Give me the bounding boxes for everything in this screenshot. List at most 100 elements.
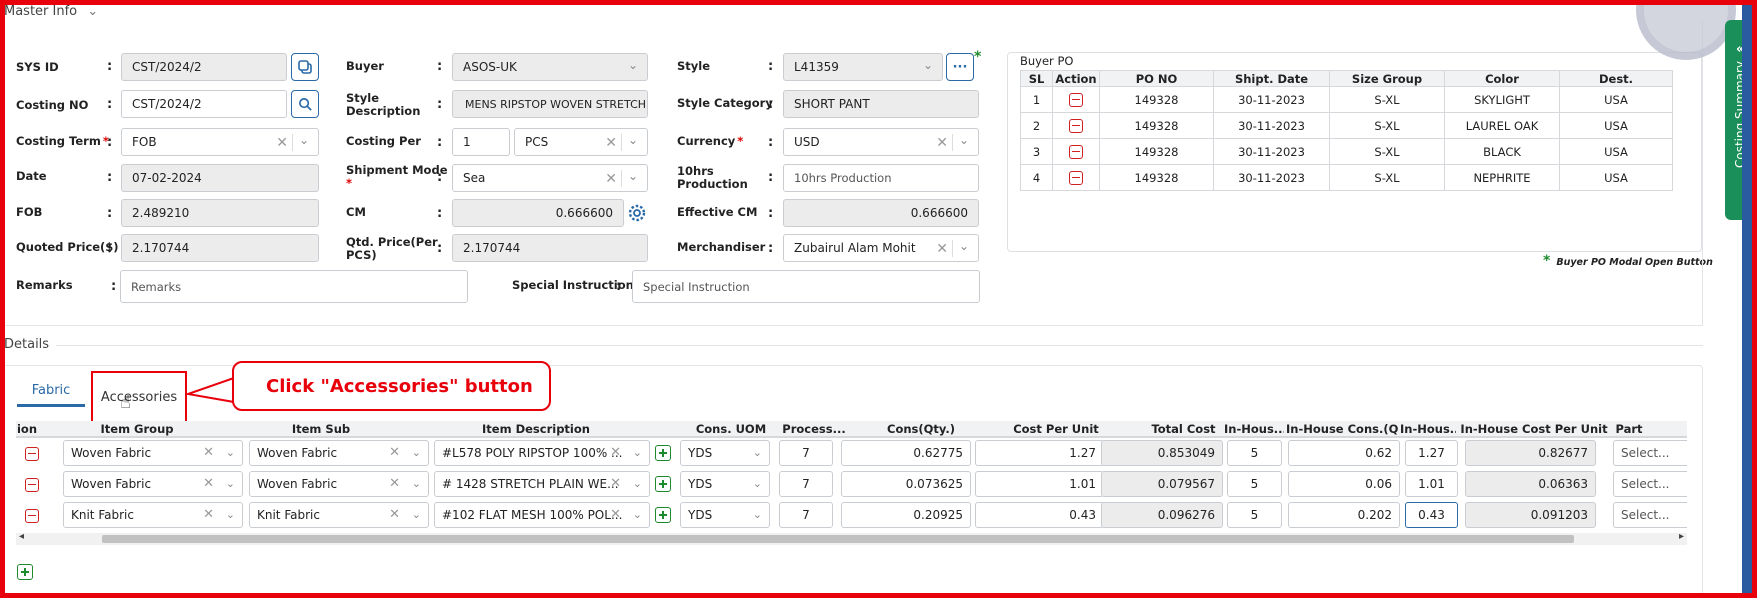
remove-row-button[interactable]	[1052, 112, 1100, 139]
clear-icon[interactable]: ✕	[936, 135, 948, 151]
costing-per-unit-select[interactable]: PCS ✕ ⌄	[514, 128, 648, 156]
cost-per-unit-field[interactable]: 1.01	[975, 471, 1104, 497]
in-house-cost-field[interactable]: 1.27	[1405, 440, 1458, 466]
cm-field[interactable]: 0.666600	[452, 199, 624, 227]
in-house-cost-field[interactable]: 1.01	[1405, 471, 1458, 497]
chevron-down-icon[interactable]: ⌄	[753, 446, 762, 459]
clear-icon[interactable]: ✕	[203, 445, 214, 460]
cost-per-unit-field[interactable]: 0.43	[975, 502, 1104, 528]
qtd-price-field[interactable]: 2.170744	[452, 234, 648, 262]
in-house-cost-field[interactable]: 0.43	[1405, 502, 1458, 528]
clear-icon[interactable]: ✕	[610, 507, 621, 522]
chevron-down-icon[interactable]: ⌄	[628, 133, 638, 147]
quoted-price-field[interactable]: 2.170744	[121, 234, 319, 262]
gear-icon[interactable]	[627, 203, 647, 226]
item-description-select[interactable]: #L578 POLY RIPSTOP 100% ... ✕ ⌄	[434, 440, 650, 466]
process-loss-field[interactable]: 7	[779, 502, 833, 528]
cons-uom-select[interactable]: YDS ⌄	[680, 502, 770, 528]
buyer-po-modal-button[interactable]: ···	[946, 53, 974, 81]
copy-button[interactable]	[291, 53, 319, 81]
costing-per-qty[interactable]: 1	[452, 128, 510, 156]
horizontal-scrollbar[interactable]: ◂ ▸	[16, 531, 1687, 545]
clear-icon[interactable]: ✕	[936, 241, 948, 257]
remove-row-button[interactable]	[1052, 138, 1100, 165]
clear-icon[interactable]: ✕	[389, 445, 400, 460]
special-instruction-textarea[interactable]: Special Instruction	[632, 270, 980, 303]
remove-row-button[interactable]	[25, 446, 39, 461]
cons-qty-field[interactable]: 0.20925	[841, 502, 971, 528]
clear-icon[interactable]: ✕	[203, 507, 214, 522]
date-field[interactable]: 07-02-2024	[121, 164, 319, 192]
chevron-down-icon[interactable]: ⌄	[753, 508, 762, 521]
chevron-down-icon[interactable]: ⌄	[923, 58, 933, 72]
clear-icon[interactable]: ✕	[610, 445, 621, 460]
scroll-right-icon[interactable]: ▸	[1679, 531, 1684, 542]
style-description-field[interactable]: MENS RIPSTOP WOVEN STRETCH T	[452, 90, 648, 118]
remove-row-button[interactable]	[25, 508, 39, 523]
item-sub-select[interactable]: Knit Fabric ✕ ⌄	[249, 502, 429, 528]
remove-row-button[interactable]	[1052, 164, 1100, 191]
clear-icon[interactable]: ✕	[605, 135, 617, 151]
chevron-down-icon[interactable]: ⌄	[412, 508, 421, 521]
scrollbar-thumb[interactable]	[102, 535, 1574, 543]
production-field[interactable]: 10hrs Production	[783, 164, 979, 192]
item-group-select[interactable]: Knit Fabric ✕ ⌄	[63, 502, 243, 528]
item-sub-select[interactable]: Woven Fabric ✕ ⌄	[249, 471, 429, 497]
chevron-down-icon[interactable]: ⌄	[633, 477, 642, 490]
add-description-button[interactable]	[655, 476, 671, 495]
item-group-select[interactable]: Woven Fabric ✕ ⌄	[63, 471, 243, 497]
style-select[interactable]: L41359 ⌄	[783, 53, 943, 81]
part-select[interactable]: Select...	[1613, 440, 1687, 466]
chevron-down-icon[interactable]: ⌄	[959, 239, 969, 253]
item-description-select[interactable]: #102 FLAT MESH 100% POL... ✕ ⌄	[434, 502, 650, 528]
buyer-select[interactable]: ASOS-UK ⌄	[452, 53, 648, 81]
clear-icon[interactable]: ✕	[276, 135, 288, 151]
add-description-button[interactable]	[655, 507, 671, 526]
scroll-left-icon[interactable]: ◂	[19, 531, 24, 542]
merchandiser-select[interactable]: Zubairul Alam Mohit ✕ ⌄	[783, 234, 979, 262]
in-house-cons-field[interactable]: 0.06	[1288, 471, 1400, 497]
fob-field[interactable]: 2.489210	[121, 199, 319, 227]
clear-icon[interactable]: ✕	[610, 476, 621, 491]
add-description-button[interactable]	[655, 445, 671, 464]
chevron-down-icon[interactable]: ⌄	[628, 169, 638, 183]
cons-qty-field[interactable]: 0.62775	[841, 440, 971, 466]
item-group-select[interactable]: Woven Fabric ✕ ⌄	[63, 440, 243, 466]
item-sub-select[interactable]: Woven Fabric ✕ ⌄	[249, 440, 429, 466]
in-house-cons-field[interactable]: 0.62	[1288, 440, 1400, 466]
chevron-down-icon[interactable]: ⌄	[226, 477, 235, 490]
tab-fabric[interactable]: Fabric	[17, 383, 85, 407]
in-house-field[interactable]: 5	[1227, 502, 1282, 528]
item-description-select[interactable]: # 1428 STRETCH PLAIN WE... ✕ ⌄	[434, 471, 650, 497]
style-category-field[interactable]: SHORT PANT	[783, 90, 979, 118]
effective-cm-field[interactable]: 0.666600	[783, 199, 979, 227]
remove-row-button[interactable]	[25, 477, 39, 492]
chevron-down-icon[interactable]: ⌄	[412, 446, 421, 459]
sys-id-field[interactable]: CST/2024/2	[121, 53, 287, 81]
tab-accessories[interactable]: Accessories	[91, 371, 187, 423]
chevron-down-icon[interactable]: ⌄	[753, 477, 762, 490]
chevron-down-icon[interactable]: ⌄	[959, 133, 969, 147]
clear-icon[interactable]: ✕	[389, 476, 400, 491]
process-loss-field[interactable]: 7	[779, 471, 833, 497]
part-select[interactable]: Select...	[1613, 502, 1687, 528]
chevron-down-icon[interactable]: ⌄	[633, 446, 642, 459]
remarks-textarea[interactable]: Remarks	[120, 270, 468, 303]
cons-uom-select[interactable]: YDS ⌄	[680, 440, 770, 466]
costing-term-select[interactable]: FOB ✕ ⌄	[121, 128, 319, 156]
chevron-down-icon[interactable]: ⌄	[226, 446, 235, 459]
master-info-title[interactable]: Master Info ⌄	[4, 4, 98, 19]
clear-icon[interactable]: ✕	[203, 476, 214, 491]
clear-icon[interactable]: ✕	[389, 507, 400, 522]
clear-icon[interactable]: ✕	[605, 171, 617, 187]
in-house-field[interactable]: 5	[1227, 440, 1282, 466]
chevron-down-icon[interactable]: ⌄	[633, 508, 642, 521]
costing-no-field[interactable]: CST/2024/2	[121, 90, 287, 118]
chevron-down-icon[interactable]: ⌄	[628, 58, 638, 72]
chevron-down-icon[interactable]: ⌄	[412, 477, 421, 490]
chevron-down-icon[interactable]: ⌄	[299, 133, 309, 147]
chevron-down-icon[interactable]: ⌄	[226, 508, 235, 521]
remove-row-button[interactable]	[1052, 86, 1100, 113]
cons-uom-select[interactable]: YDS ⌄	[680, 471, 770, 497]
part-select[interactable]: Select...	[1613, 471, 1687, 497]
